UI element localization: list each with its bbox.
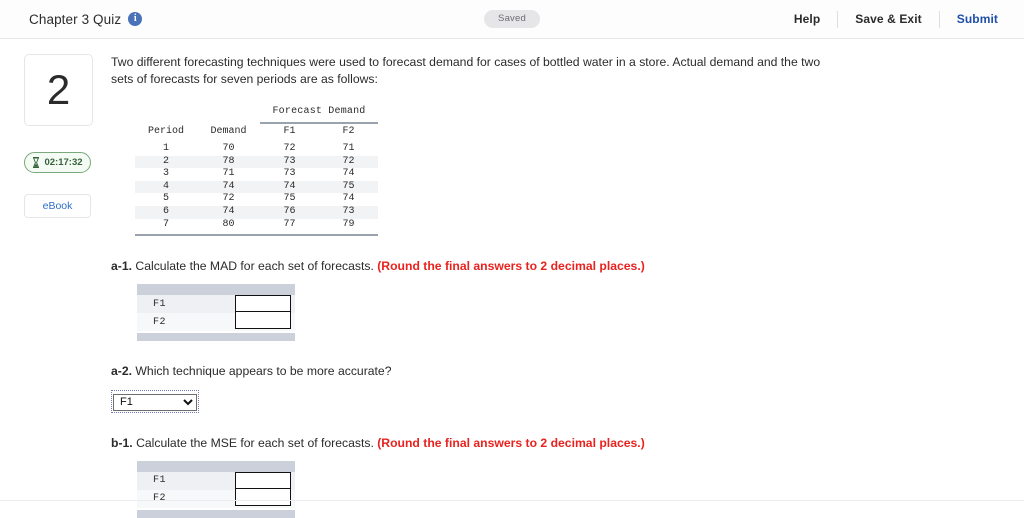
table-row: 4 74 74 75 (135, 180, 378, 194)
cell-f1: 72 (283, 143, 296, 154)
cell-demand: 72 (222, 193, 235, 205)
answer-row-label: F1 (153, 298, 167, 310)
cell-f1: 73 (283, 155, 296, 167)
cell-f2: 79 (342, 218, 355, 230)
timer-value: 02:17:32 (44, 157, 83, 168)
table-bottom-rule (135, 234, 378, 237)
column-header-demand: Demand (210, 125, 247, 137)
forecast-data-table: Forecast Demand Period Demand F1 F2 1 70… (135, 105, 378, 237)
technique-select[interactable]: F1 F2 (113, 393, 197, 411)
top-bar: Chapter 3 Quiz i Saved Help Save & Exit … (0, 0, 1024, 39)
part-a1-text: Calculate the MAD for each set of foreca… (135, 259, 374, 274)
cell-demand: 70 (222, 143, 235, 154)
top-bar-actions: Help Save & Exit Submit (777, 0, 1024, 38)
ebook-button[interactable]: eBook (24, 194, 91, 218)
quiz-timer: 02:17:32 (24, 152, 91, 173)
cell-demand: 78 (222, 155, 235, 167)
table-row: 2 78 73 72 (135, 155, 378, 169)
page-title: Chapter 3 Quiz (29, 11, 122, 27)
answer-table-footer-bar (137, 333, 295, 342)
top-bar-left: Chapter 3 Quiz i (0, 11, 143, 27)
cell-f1: 77 (283, 218, 296, 230)
part-a1-prompt: a-1. Calculate the MAD for each set of f… (111, 258, 994, 274)
part-a2-select-wrap: F1 F2 (111, 390, 199, 413)
cell-period: 4 (162, 180, 169, 192)
column-header-period: Period (147, 125, 184, 137)
column-header-f2: F2 (342, 125, 355, 137)
cell-period: 3 (162, 168, 169, 180)
table-row: 7 80 77 79 (135, 218, 378, 232)
answer-row-label: F2 (153, 493, 167, 505)
save-and-exit-button[interactable]: Save & Exit (838, 12, 938, 26)
cell-period: 7 (162, 218, 169, 230)
status-badge: Saved (484, 10, 540, 28)
answer-row-label: F2 (153, 316, 167, 328)
part-b1-prompt: b-1. Calculate the MSE for each set of f… (111, 435, 994, 451)
part-b1-note: (Round the final answers to 2 decimal pl… (377, 435, 645, 450)
part-a1-answer-table: F1 F2 (137, 284, 295, 342)
table-row: 6 74 76 73 (135, 205, 378, 219)
question-content: Two different forecasting techniques wer… (110, 54, 1024, 518)
mad-f2-input[interactable] (235, 312, 291, 330)
body-wrapper: 2 02:17:32 eBook Two different forecasti… (0, 39, 1024, 518)
table-row: 1 70 72 71 (135, 143, 378, 156)
answer-table-footer-bar (137, 509, 295, 518)
cell-period: 5 (162, 193, 169, 205)
part-b1-label: b-1. (111, 435, 133, 450)
column-header-f1: F1 (283, 125, 296, 137)
answer-table-header-bar (137, 460, 295, 472)
cell-f1: 74 (283, 180, 296, 192)
forecast-demand-span-header: Forecast Demand (272, 106, 366, 118)
answer-row-label: F1 (153, 475, 167, 487)
cell-demand: 71 (222, 168, 235, 180)
part-a1: a-1. Calculate the MAD for each set of f… (111, 258, 994, 342)
cell-demand: 80 (222, 218, 235, 230)
cell-f2: 74 (342, 193, 355, 205)
table-row: 5 72 75 74 (135, 193, 378, 206)
help-button[interactable]: Help (777, 12, 837, 26)
table-row: 3 71 73 74 (135, 168, 378, 181)
answer-table-header-bar (137, 284, 295, 296)
part-b1-answer-table: F1 F2 (137, 460, 295, 518)
cell-period: 2 (162, 155, 169, 167)
cell-f2: 73 (342, 205, 355, 217)
cell-f1: 73 (283, 168, 296, 180)
question-sidebar: 2 02:17:32 eBook (0, 54, 110, 518)
cell-period: 1 (162, 143, 169, 154)
part-a2-text: Which technique appears to be more accur… (135, 364, 392, 379)
mse-f1-input[interactable] (235, 471, 291, 489)
part-a2-prompt: a-2. Which technique appears to be more … (111, 363, 994, 379)
table-header-row: Period Demand F1 F2 (135, 124, 378, 143)
bottom-divider (0, 500, 1024, 501)
hourglass-icon (33, 157, 40, 168)
info-icon[interactable]: i (128, 12, 143, 26)
mad-f1-input[interactable] (235, 295, 291, 313)
part-b1: b-1. Calculate the MSE for each set of f… (111, 435, 994, 518)
submit-button[interactable]: Submit (940, 12, 998, 26)
cell-f1: 75 (283, 193, 296, 205)
part-a1-label: a-1. (111, 259, 133, 274)
cell-f2: 72 (342, 155, 355, 167)
question-prompt: Two different forecasting techniques wer… (111, 55, 821, 86)
cell-demand: 74 (222, 205, 235, 217)
mse-f2-input[interactable] (235, 488, 291, 506)
cell-f1: 76 (283, 205, 296, 217)
cell-demand: 74 (222, 180, 235, 192)
part-a2: a-2. Which technique appears to be more … (111, 363, 994, 413)
answer-input-stack (235, 295, 291, 330)
cell-period: 6 (162, 205, 169, 217)
part-b1-text: Calculate the MSE for each set of foreca… (136, 435, 374, 450)
cell-f2: 75 (342, 180, 355, 192)
cell-f2: 74 (342, 168, 355, 180)
part-a2-label: a-2. (111, 364, 133, 379)
question-number-card: 2 (24, 54, 93, 126)
cell-f2: 71 (342, 143, 355, 154)
part-a1-note: (Round the final answers to 2 decimal pl… (377, 259, 645, 274)
